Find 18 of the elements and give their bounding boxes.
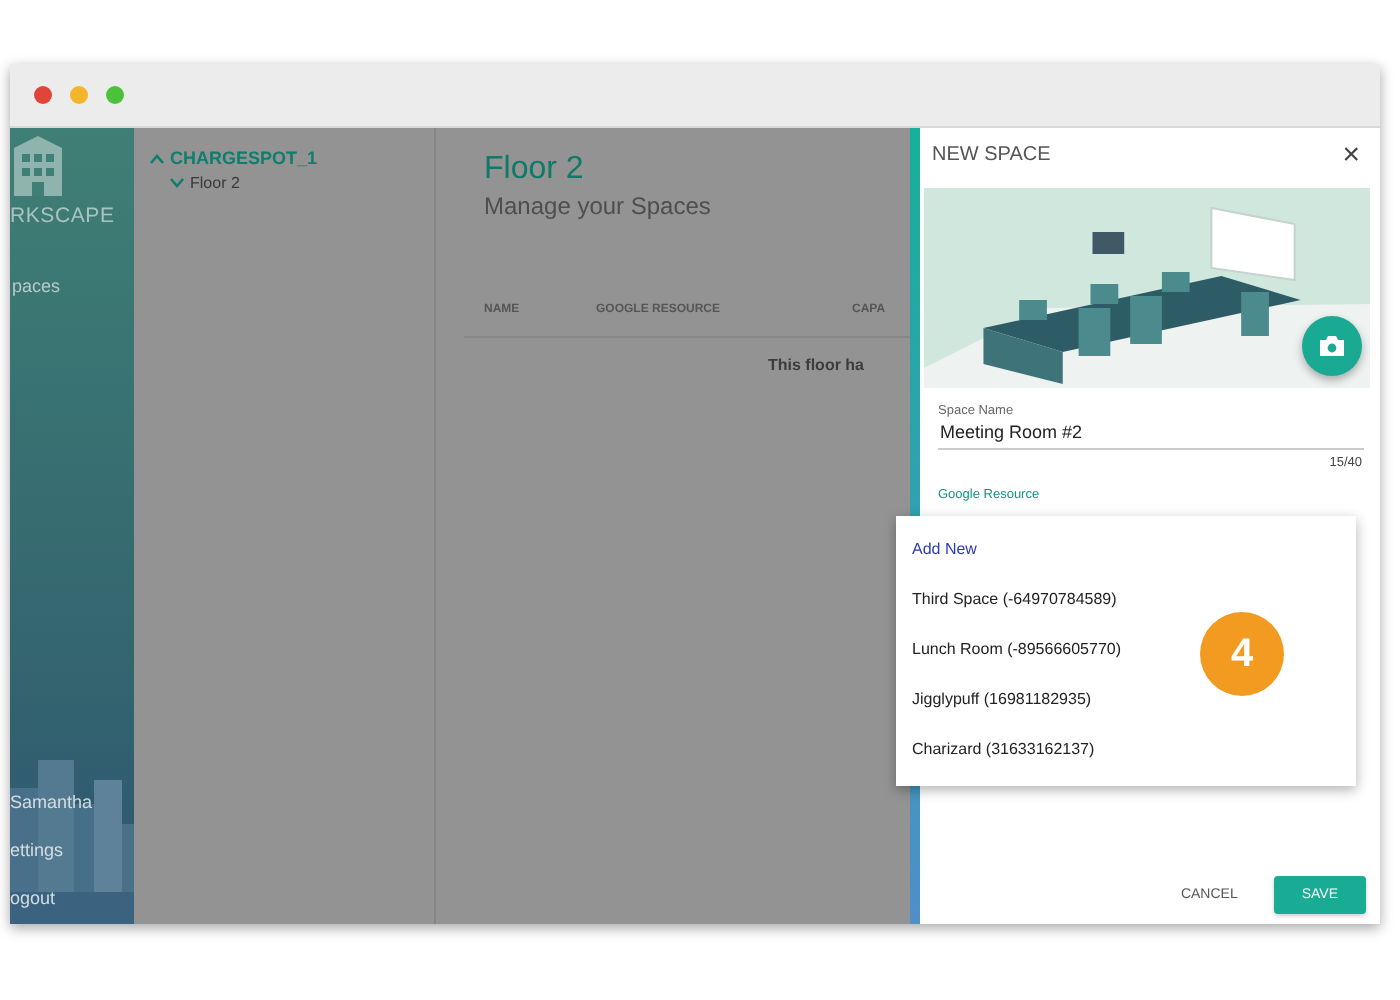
building-icon xyxy=(10,132,66,196)
tree-item[interactable]: Floor 2 xyxy=(190,174,240,192)
logo-text: RKSCAPE xyxy=(10,204,115,228)
close-button[interactable]: × xyxy=(1342,140,1360,170)
nav-item[interactable]: Samantha xyxy=(10,792,93,812)
camera-icon xyxy=(1320,336,1344,356)
nav-item[interactable]: ettings xyxy=(10,840,93,860)
chevron-up-icon[interactable] xyxy=(150,153,164,163)
empty-message: This floor ha xyxy=(768,356,864,374)
page-subtitle: Manage your Spaces xyxy=(484,192,711,220)
menu-item[interactable]: Lunch Room (-89566605770) xyxy=(896,632,1138,666)
menu-item[interactable]: Charizard (31633162137) xyxy=(896,732,1111,766)
chevron-down-icon[interactable] xyxy=(170,178,184,188)
menu-item[interactable]: Third Space (-64970784589) xyxy=(896,582,1133,616)
add-new-link[interactable]: Add New xyxy=(896,532,993,566)
dialog-title: NEW SPACE xyxy=(932,144,1051,166)
page-title: Floor 2 xyxy=(484,152,584,188)
menu-item[interactable]: Jigglypuff (16981182935) xyxy=(896,682,1108,716)
